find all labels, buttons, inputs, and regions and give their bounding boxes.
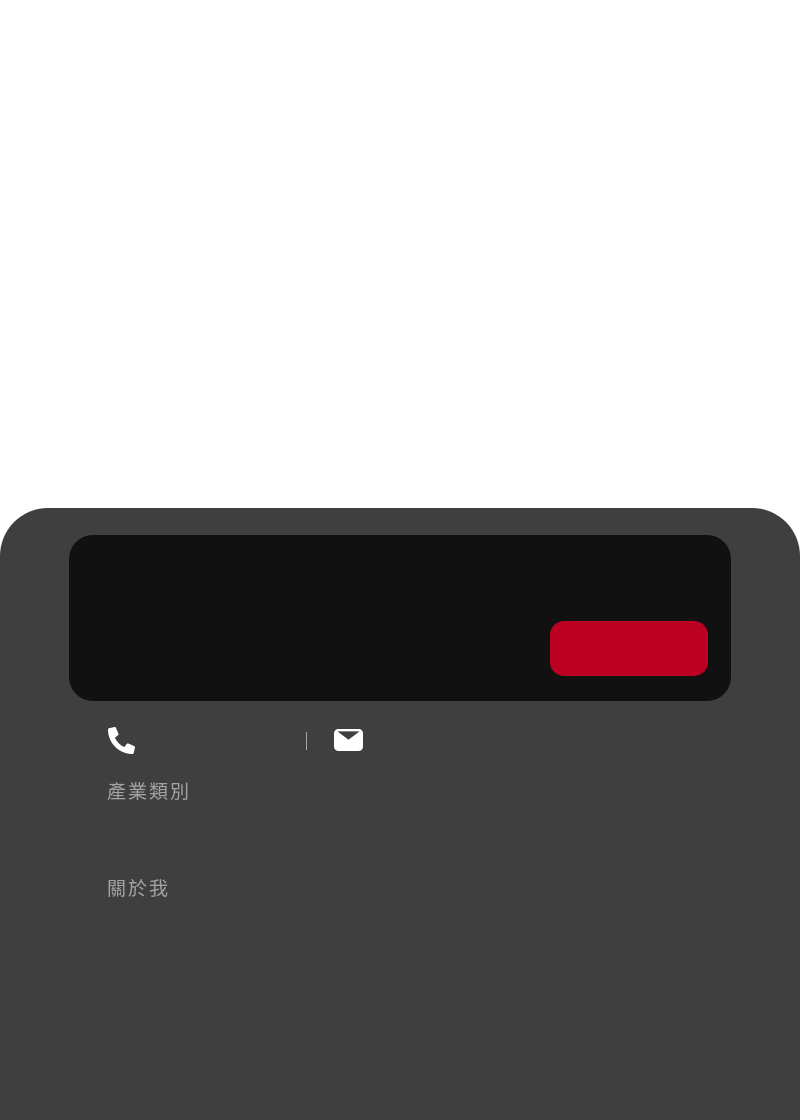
contact-divider	[306, 732, 307, 750]
primary-action-button[interactable]	[550, 621, 708, 676]
profile-card	[69, 535, 731, 701]
about-me-label: 關於我	[107, 878, 171, 900]
contact-row	[108, 727, 708, 755]
industry-label: 產業類別	[107, 781, 192, 803]
envelope-icon[interactable]	[334, 729, 363, 751]
phone-icon[interactable]	[108, 727, 135, 754]
profile-panel: 產業類別 關於我	[0, 508, 800, 1120]
hero-area	[0, 0, 800, 508]
